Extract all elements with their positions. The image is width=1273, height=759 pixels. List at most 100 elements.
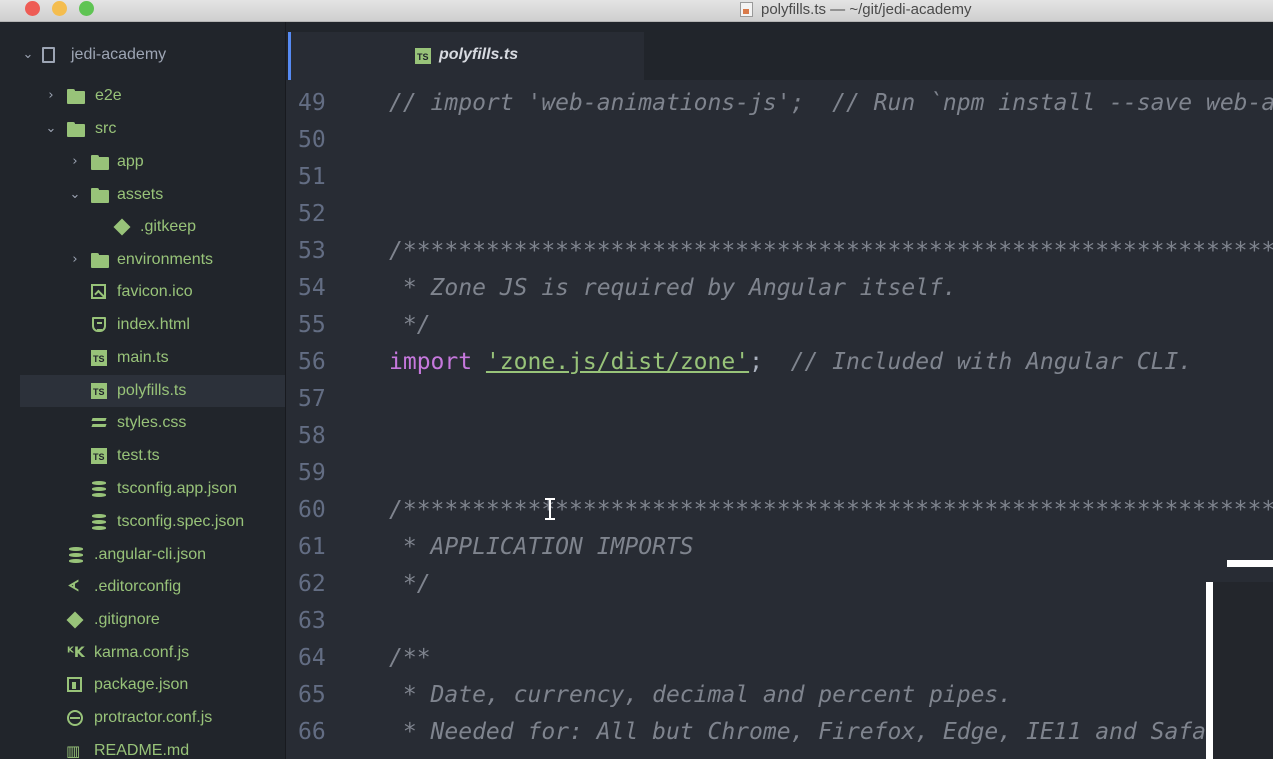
tab-title: polyfills.ts — [439, 46, 519, 63]
minimize-window-button[interactable] — [52, 1, 67, 16]
package-icon — [67, 677, 82, 692]
tree-item-label: jedi-academy — [71, 46, 167, 63]
close-window-button[interactable] — [25, 1, 40, 16]
code-line: 50 — [286, 117, 1273, 154]
tree-item-label: test.ts — [117, 447, 160, 464]
tree-item-index-html[interactable]: index.html — [20, 309, 285, 341]
code-line: 63 — [286, 598, 1273, 635]
tree-item-label: src — [95, 120, 117, 137]
editorconfig-icon: ᗉ — [68, 578, 79, 595]
tree-item-label: e2e — [95, 87, 122, 104]
code-line: 53/*************************************… — [286, 228, 1273, 265]
maximize-window-button[interactable] — [79, 1, 94, 16]
book-icon: ▥ — [66, 742, 81, 759]
tree-item-tsconfig-spec[interactable]: tsconfig.spec.json — [20, 506, 285, 538]
code-line: 62 */ — [286, 561, 1273, 598]
tree-item-label: .gitignore — [94, 611, 160, 628]
keyword-import: import — [389, 349, 473, 375]
html-icon — [92, 317, 106, 332]
code-line: 65 * Date, currency, decimal and percent… — [286, 672, 1273, 709]
tree-item-label: favicon.ico — [117, 283, 193, 300]
document-icon — [740, 2, 753, 17]
tree-item-polyfills-ts[interactable]: TS polyfills.ts — [20, 375, 285, 407]
code-line: 56 import 'zone.js/dist/zone'; // Include… — [286, 339, 1273, 376]
typescript-icon: TS — [91, 350, 107, 366]
tree-item-tsconfig-app[interactable]: tsconfig.app.json — [20, 473, 285, 505]
tree-item-label: environments — [117, 251, 214, 268]
tree-item-label: .angular-cli.json — [94, 546, 207, 563]
overlay-panel — [1206, 560, 1273, 759]
folder-icon — [91, 252, 109, 268]
code-editor[interactable]: 49// import 'web-animations-js'; // Run … — [286, 80, 1273, 759]
tree-item-protractor-conf[interactable]: protractor.conf.js — [20, 702, 285, 734]
json-icon — [91, 481, 108, 497]
code-line: 61 * APPLICATION IMPORTS — [286, 524, 1273, 561]
tree-item-environments[interactable]: › environments — [20, 244, 285, 276]
tree-item-label: protractor.conf.js — [94, 709, 213, 726]
import-path-string[interactable]: 'zone.js/dist/zone' — [486, 349, 749, 375]
json-icon — [91, 514, 108, 530]
tree-item-gitkeep[interactable]: .gitkeep — [20, 211, 285, 243]
protractor-icon — [67, 710, 83, 726]
css-icon — [91, 415, 108, 431]
code-line: 51 — [286, 154, 1273, 191]
chevron-right-icon: › — [72, 252, 78, 267]
tree-item-favicon[interactable]: favicon.ico — [20, 276, 285, 308]
tree-item-label: README.md — [94, 742, 190, 759]
karma-icon: ᴷK — [67, 645, 85, 661]
folder-icon — [67, 88, 85, 104]
tree-item-main-ts[interactable]: TS main.ts — [20, 342, 285, 374]
tree-item-label: app — [117, 153, 144, 170]
tree-item-package-json[interactable]: package.json — [20, 669, 285, 701]
tree-item-karma-conf[interactable]: ᴷK karma.conf.js — [20, 637, 285, 669]
json-icon — [68, 547, 85, 563]
line-text: * Needed for: All but Chrome, Firefox, E… — [389, 719, 1273, 745]
tab-polyfills-ts[interactable]: TS polyfills.ts — [288, 32, 644, 80]
code-line: 64/** — [286, 635, 1273, 672]
tree-item-src[interactable]: ⌄ src — [20, 113, 285, 145]
folder-icon — [91, 187, 109, 203]
code-line: 59 — [286, 450, 1273, 487]
tree-item-label: tsconfig.app.json — [117, 480, 238, 497]
tree-item-label: polyfills.ts — [117, 382, 187, 399]
repo-icon — [42, 47, 55, 63]
tree-item-label: main.ts — [117, 349, 169, 366]
tree-item-assets[interactable]: ⌄ assets — [20, 179, 285, 211]
tree-item-app[interactable]: › app — [20, 146, 285, 178]
project-tree: ⌄ jedi-academy › e2e ⌄ src › app ⌄ asset… — [20, 22, 286, 759]
tree-item-label: package.json — [94, 676, 189, 693]
folder-icon — [67, 121, 85, 137]
text-cursor-icon — [545, 498, 555, 520]
image-icon — [91, 284, 106, 299]
typescript-icon: TS — [91, 383, 107, 399]
typescript-icon: TS — [415, 48, 431, 64]
tree-item-label: .editorconfig — [94, 578, 182, 595]
window-title-text: polyfills.ts — ~/git/jedi-academy — [761, 1, 972, 18]
semicolon: ; — [749, 349, 763, 375]
tree-item-label: index.html — [117, 316, 190, 333]
code-line: 52 — [286, 191, 1273, 228]
inline-comment: // Included with Angular CLI. — [762, 349, 1193, 375]
tree-item-label: karma.conf.js — [94, 644, 190, 661]
chevron-right-icon: › — [72, 154, 78, 169]
code-line: 60/*************************************… — [286, 487, 1273, 524]
tree-item-label: assets — [117, 186, 164, 203]
chevron-right-icon: › — [48, 88, 54, 103]
tree-root-jedi-academy[interactable]: ⌄ jedi-academy — [20, 39, 285, 71]
dock-strip — [0, 22, 20, 759]
chevron-down-icon: ⌄ — [22, 47, 34, 62]
tree-item-test-ts[interactable]: TS test.ts — [20, 440, 285, 472]
tree-item-styles-css[interactable]: styles.css — [20, 407, 285, 439]
tree-item-gitignore[interactable]: .gitignore — [20, 604, 285, 636]
window-titlebar: polyfills.ts — ~/git/jedi-academy — [0, 0, 1273, 22]
code-line: 54 * Zone JS is required by Angular itse… — [286, 265, 1273, 302]
tree-item-e2e[interactable]: › e2e — [20, 80, 285, 112]
tree-item-editorconfig[interactable]: ᗉ .editorconfig — [20, 571, 285, 603]
tree-item-label: tsconfig.spec.json — [117, 513, 245, 530]
tree-item-readme[interactable]: ▥ README.md — [20, 735, 285, 759]
git-icon — [67, 612, 84, 628]
folder-icon — [91, 154, 109, 170]
git-icon — [114, 219, 131, 235]
tree-item-angular-cli-json[interactable]: .angular-cli.json — [20, 539, 285, 571]
code-line: 49// import 'web-animations-js'; // Run … — [286, 80, 1273, 117]
